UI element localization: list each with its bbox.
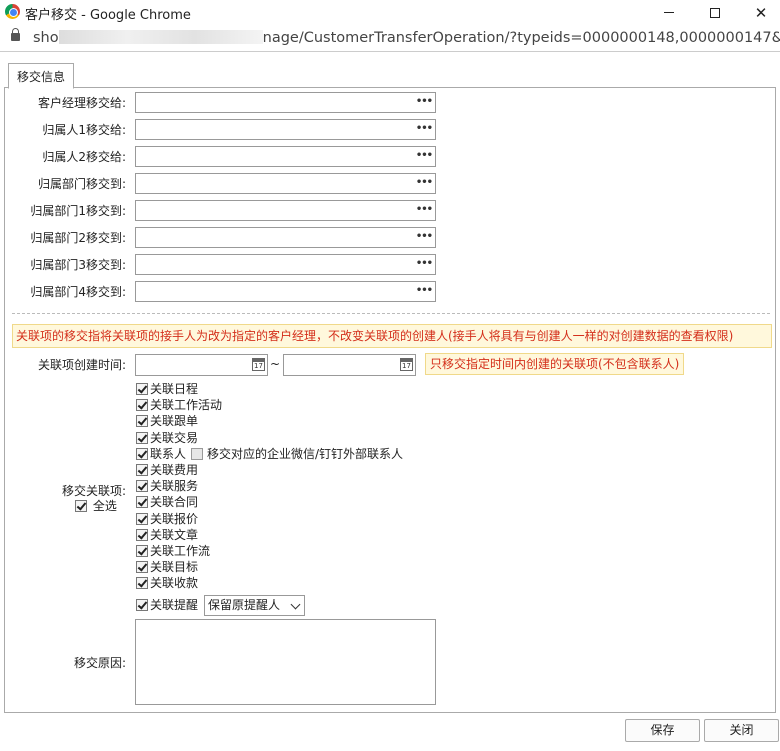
url-text[interactable]: sho nage/CustomerTransferOperation/?typei…: [33, 30, 780, 46]
tab-transfer-info[interactable]: 移交信息: [8, 63, 74, 89]
related-item[interactable]: 关联收款: [136, 575, 198, 591]
related-item[interactable]: 关联费用: [136, 462, 198, 478]
wechat-dingtalk-contacts-label: 移交对应的企业微信/钉钉外部联系人: [207, 446, 404, 461]
reminder-handling-select[interactable]: 保留原提醒人: [204, 595, 306, 616]
transfer-field-label: 归属人2移交给:: [42, 150, 126, 164]
related-item[interactable]: 关联文章: [136, 527, 198, 543]
range-separator: ~: [270, 357, 281, 371]
related-item[interactable]: 关联工作流: [136, 543, 210, 559]
checkbox-icon[interactable]: [136, 561, 148, 574]
select-all-label: 全选: [92, 499, 117, 513]
picker-dots-icon[interactable]: •••: [416, 151, 433, 161]
checkbox-icon[interactable]: [75, 500, 87, 512]
create-time-to-input[interactable]: [283, 354, 416, 376]
transfer-field-label: 归属部门1移交到:: [30, 204, 126, 218]
related-item[interactable]: 关联合同: [136, 494, 198, 510]
related-item-label: 关联日程: [150, 382, 199, 396]
picker-dots-icon[interactable]: •••: [416, 259, 433, 269]
related-item[interactable]: 关联跟单: [136, 413, 198, 429]
related-item-label: 关联交易: [150, 430, 199, 445]
related-item[interactable]: 关联日程: [136, 381, 198, 397]
reason-label: 移交原因:: [73, 656, 126, 670]
chrome-logo-icon: [5, 4, 20, 19]
save-button[interactable]: 保存: [625, 719, 700, 742]
create-time-hint: 只移交指定时间内创建的关联项(不包含联系人): [425, 353, 685, 375]
picker-dots-icon[interactable]: •••: [416, 97, 433, 107]
reason-textarea[interactable]: [135, 619, 436, 705]
transfer-field-input[interactable]: •••: [135, 146, 436, 167]
related-item[interactable]: 关联工作活动: [136, 397, 222, 413]
select-all-checkbox[interactable]: 全选: [75, 498, 117, 514]
maximize-button[interactable]: [692, 0, 738, 25]
reminder-select-value: 保留原提醒人: [208, 598, 281, 612]
checkbox-icon[interactable]: [136, 599, 148, 611]
transfer-field-input[interactable]: •••: [135, 200, 436, 221]
checkbox-icon[interactable]: [136, 399, 148, 412]
related-item-label: 关联文章: [150, 527, 199, 542]
dashed-divider: [12, 313, 770, 314]
notice-banner: 关联项的移交指将关联项的接手人为改为指定的客户经理，不改变关联项的创建人(接手人…: [12, 324, 772, 348]
related-item[interactable]: 关联服务: [136, 478, 198, 494]
transfer-field-input[interactable]: •••: [135, 281, 436, 302]
checkbox-icon[interactable]: [136, 512, 148, 525]
transfer-field-label: 归属部门移交到:: [37, 177, 126, 191]
related-item-label: 关联工作活动: [150, 398, 223, 413]
transfer-field-label: 归属部门3移交到:: [30, 258, 126, 272]
related-item-label: 关联服务: [150, 479, 199, 494]
calendar-icon[interactable]: [400, 358, 413, 371]
related-item[interactable]: 关联提醒 保留原提醒人: [136, 595, 306, 616]
close-window-button[interactable]: ✕: [738, 0, 780, 25]
transfer-field-label: 归属人1移交给:: [42, 123, 126, 137]
checkbox-icon[interactable]: [136, 447, 148, 460]
transfer-field-input[interactable]: •••: [135, 254, 436, 275]
related-item[interactable]: 关联目标: [136, 559, 198, 575]
window-titlebar: 客户移交 - Google Chrome ✕: [0, 0, 780, 25]
picker-dots-icon[interactable]: •••: [416, 124, 433, 134]
picker-dots-icon[interactable]: •••: [416, 178, 433, 188]
related-item-label: 联系人: [150, 446, 187, 461]
close-button[interactable]: 关闭: [704, 719, 779, 742]
checkbox-icon[interactable]: [136, 415, 148, 428]
transfer-field-input[interactable]: •••: [135, 92, 436, 113]
related-item-label: 关联报价: [150, 511, 199, 526]
picker-dots-icon[interactable]: •••: [416, 232, 433, 242]
transfer-field-input[interactable]: •••: [135, 173, 436, 194]
related-item-label: 关联合同: [150, 495, 199, 510]
related-item[interactable]: 关联报价: [136, 511, 198, 527]
related-item[interactable]: 联系人 移交对应的企业微信/钉钉外部联系人: [136, 446, 403, 462]
related-item-label: 关联跟单: [150, 414, 199, 429]
checkbox-icon[interactable]: [136, 577, 148, 590]
transfer-field-label: 归属部门2移交到:: [30, 231, 126, 245]
checkbox-icon[interactable]: [136, 431, 148, 444]
checkbox-icon[interactable]: [136, 480, 148, 493]
lock-icon: [11, 28, 20, 41]
tab-strip: 移交信息: [4, 60, 776, 89]
window-title: 客户移交 - Google Chrome: [25, 8, 191, 23]
checkbox-icon[interactable]: [136, 545, 148, 557]
checkbox-icon[interactable]: [136, 528, 148, 541]
chevron-down-icon: [290, 599, 301, 610]
checkbox-icon[interactable]: [136, 464, 148, 476]
calendar-icon[interactable]: [252, 358, 265, 371]
transfer-field-label: 客户经理移交给:: [37, 96, 126, 110]
related-item-label: 关联费用: [150, 463, 199, 477]
related-item-label: 关联提醒: [150, 598, 199, 612]
address-bar[interactable]: sho nage/CustomerTransferOperation/?typei…: [0, 25, 780, 52]
transfer-field-label: 归属部门4移交到:: [30, 285, 126, 299]
create-time-from-input[interactable]: [135, 354, 268, 376]
related-item[interactable]: 关联交易: [136, 430, 198, 446]
minimize-button[interactable]: [646, 0, 692, 25]
picker-dots-icon[interactable]: •••: [416, 205, 433, 215]
create-time-label: 关联项创建时间:: [37, 358, 126, 372]
checkbox-icon[interactable]: [191, 447, 204, 460]
related-item-label: 关联工作流: [150, 544, 211, 558]
transfer-field-input[interactable]: •••: [135, 227, 436, 248]
checkbox-icon[interactable]: [136, 496, 148, 509]
picker-dots-icon[interactable]: •••: [416, 286, 433, 296]
checkbox-icon[interactable]: [136, 383, 148, 395]
related-item-label: 关联目标: [150, 560, 199, 575]
transfer-field-input[interactable]: •••: [135, 119, 436, 140]
redacted-url-segment: [58, 30, 263, 44]
related-item-label: 关联收款: [150, 576, 199, 591]
